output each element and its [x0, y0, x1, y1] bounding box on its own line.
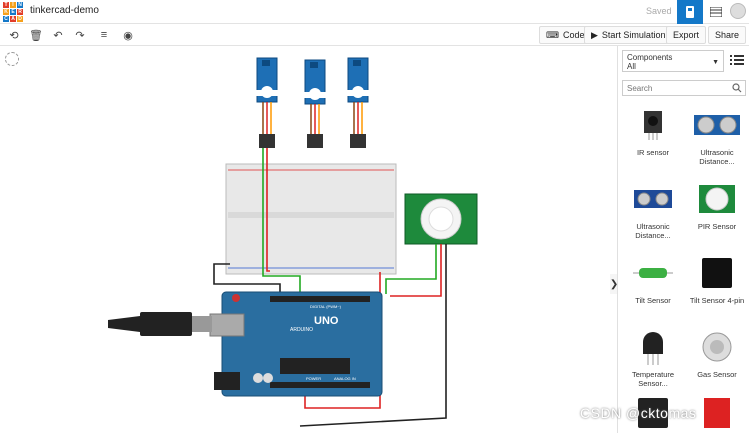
gas-sensor-icon — [702, 332, 732, 362]
redo-icon[interactable]: ↷ — [72, 27, 88, 43]
arduino-uno-board[interactable]: UNO ARDUINO DIGITAL (PWM~) POWER ANALOG … — [209, 291, 383, 397]
search-icon — [732, 83, 742, 93]
component-ir-sensor[interactable]: IR sensor — [622, 104, 684, 157]
tilt-sensor-icon — [633, 268, 673, 278]
components-category-select[interactable]: Components All ▼ — [622, 50, 724, 72]
component-temperature-sensor[interactable]: Temperature Sensor... — [622, 326, 684, 388]
share-button[interactable]: Share — [708, 26, 747, 44]
ultrasonic-sensor-icon — [634, 190, 672, 208]
analog-pins-label: ANALOG IN — [334, 376, 356, 381]
circuit-view-button[interactable] — [677, 0, 703, 24]
tilt-sensor-4pin-icon — [702, 258, 732, 288]
notes-icon[interactable]: ≡ — [96, 27, 112, 43]
list-view-icon — [710, 7, 722, 17]
undo-icon[interactable]: ↶ — [50, 27, 66, 43]
chevron-down-icon: ▼ — [712, 59, 719, 66]
user-avatar[interactable] — [730, 3, 746, 19]
rotate-icon[interactable]: ⟲ — [6, 27, 22, 43]
tinkercad-logo[interactable]: T I N K E R C A D — [3, 2, 23, 22]
component-pir-sensor[interactable]: PIR Sensor — [686, 178, 748, 231]
code-icon: ⌨ — [546, 29, 559, 40]
eye-icon[interactable]: ◉ — [120, 27, 136, 43]
component-tilt-sensor[interactable]: Tilt Sensor — [622, 252, 684, 305]
workplane-canvas[interactable]: UNO ARDUINO DIGITAL (PWM~) POWER ANALOG … — [0, 46, 618, 433]
project-title[interactable]: tinkercad-demo — [30, 5, 99, 16]
top-bar: T I N K E R C A D tinkercad-demo Saved — [0, 0, 749, 24]
schematic-view-button[interactable] — [703, 0, 729, 24]
ir-sensor-icon — [644, 111, 662, 140]
component-search-input[interactable] — [622, 80, 746, 96]
ultrasonic-sensor-icon — [694, 115, 740, 135]
components-panel: Components All ▼ IR sensor Ultrasonic Di… — [617, 46, 749, 433]
circuit-icon — [686, 6, 694, 18]
board-brand: UNO — [314, 315, 339, 327]
watermark: CSDN @cktomas — [580, 405, 697, 421]
save-status: Saved — [646, 6, 672, 16]
list-view-toggle-icon[interactable] — [730, 54, 744, 66]
toolbar: ⟲ 🗑 ↶ ↷ ≡ ◉ ⌨ Code ▶ Start Simulation Expo… — [0, 24, 749, 46]
component-gas-sensor[interactable]: Gas Sensor — [686, 326, 748, 379]
temperature-sensor-icon — [643, 332, 663, 365]
component-ultrasonic-1[interactable]: Ultrasonic Distance... — [686, 104, 748, 166]
pir-sensor-icon — [699, 185, 735, 213]
export-button[interactable]: Export — [666, 26, 707, 44]
component-tilt-sensor-4pin[interactable]: Tilt Sensor 4-pin — [686, 252, 748, 305]
board-maker: ARDUINO — [290, 327, 313, 333]
red-component-icon[interactable] — [704, 398, 730, 428]
pir-sensor[interactable] — [404, 193, 478, 245]
delete-icon[interactable]: 🗑 — [28, 27, 44, 43]
breadboard[interactable] — [225, 163, 397, 275]
usb-cable[interactable] — [108, 312, 212, 336]
start-simulation-button[interactable]: ▶ Start Simulation — [584, 26, 673, 44]
digital-pins-label: DIGITAL (PWM~) — [310, 304, 342, 309]
play-icon: ▶ — [591, 29, 598, 40]
circuit-drawing: UNO ARDUINO DIGITAL (PWM~) POWER ANALOG … — [108, 57, 478, 427]
power-pins-label: POWER — [306, 376, 321, 381]
servo-cables — [262, 102, 363, 134]
component-ultrasonic-2[interactable]: Ultrasonic Distance... — [622, 178, 684, 240]
